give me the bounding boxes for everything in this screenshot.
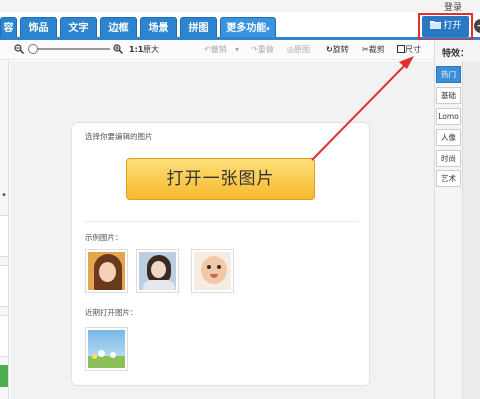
effect-category-fashion[interactable]: 时尚 <box>436 150 461 167</box>
effect-category-popular[interactable]: 热门 <box>436 66 461 83</box>
effects-thumbnail-column <box>462 61 480 399</box>
effect-category-basic[interactable]: 基础 <box>436 87 461 104</box>
effect-category-art[interactable]: 艺术 <box>436 170 461 187</box>
annotation-arrow <box>311 56 414 161</box>
effect-category-lomo[interactable]: Lomo <box>436 108 461 125</box>
effect-category-portrait[interactable]: 人像 <box>436 129 461 146</box>
effects-title: 特效： <box>442 49 470 59</box>
